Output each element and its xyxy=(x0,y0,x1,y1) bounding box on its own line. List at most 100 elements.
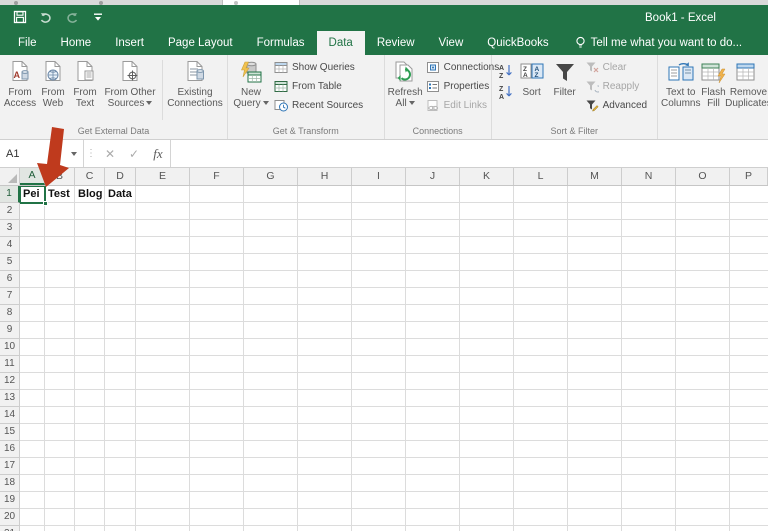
cell-D1[interactable]: Data xyxy=(105,186,135,202)
recent-sources-icon xyxy=(274,100,288,112)
row-header[interactable]: 18 xyxy=(0,475,20,492)
row-header[interactable]: 20 xyxy=(0,509,20,526)
redo-icon[interactable] xyxy=(64,9,80,25)
from-other-sources-label: From Other Sources xyxy=(104,87,156,109)
refresh-all-button[interactable]: Refresh All xyxy=(388,56,423,109)
name-box[interactable]: A1 xyxy=(0,140,84,167)
column-header[interactable]: E xyxy=(136,168,190,185)
from-text-button[interactable]: From Text xyxy=(69,56,101,109)
row-header[interactable]: 11 xyxy=(0,356,20,373)
ribbon-tab-bar: File Home Insert Page Layout Formulas Da… xyxy=(0,31,768,55)
column-header[interactable]: B xyxy=(45,168,75,185)
text-to-columns-button[interactable]: Text to Columns xyxy=(661,56,700,109)
row-header[interactable]: 21 xyxy=(0,526,20,531)
column-header[interactable]: P xyxy=(730,168,768,185)
column-header[interactable]: A xyxy=(20,168,45,185)
column-header[interactable]: J xyxy=(406,168,460,185)
from-access-button[interactable]: A From Access xyxy=(3,56,37,109)
column-header[interactable]: N xyxy=(622,168,676,185)
insert-function-icon[interactable]: fx xyxy=(146,140,170,167)
from-web-button[interactable]: From Web xyxy=(37,56,69,109)
tab-page-layout[interactable]: Page Layout xyxy=(156,31,245,55)
tab-review[interactable]: Review xyxy=(365,31,427,55)
row-header[interactable]: 6 xyxy=(0,271,20,288)
row-header[interactable]: 9 xyxy=(0,322,20,339)
tab-quickbooks[interactable]: QuickBooks xyxy=(475,31,560,55)
customize-quick-access-icon[interactable] xyxy=(90,9,106,25)
row-header[interactable]: 17 xyxy=(0,458,20,475)
row-header[interactable]: 5 xyxy=(0,254,20,271)
column-header[interactable]: F xyxy=(190,168,244,185)
new-query-icon xyxy=(238,59,264,87)
reapply-filter-button[interactable]: Reapply xyxy=(582,77,650,96)
column-header[interactable]: L xyxy=(514,168,568,185)
tab-data[interactable]: Data xyxy=(316,31,365,55)
connections-button[interactable]: Connections xyxy=(423,58,503,77)
row-header[interactable]: 15 xyxy=(0,424,20,441)
flash-fill-button[interactable]: Flash Fill xyxy=(700,56,726,109)
clear-filter-icon xyxy=(586,62,599,73)
row-header[interactable]: 14 xyxy=(0,407,20,424)
recent-sources-label: Recent Sources xyxy=(292,100,364,111)
undo-icon[interactable] xyxy=(38,9,54,25)
from-table-label: From Table xyxy=(292,81,342,92)
column-header[interactable]: K xyxy=(460,168,514,185)
name-box-caret[interactable] xyxy=(71,151,77,156)
row-header[interactable]: 4 xyxy=(0,237,20,254)
window-title: Book1 - Excel xyxy=(645,12,716,24)
row-header[interactable]: 7 xyxy=(0,288,20,305)
row-header[interactable]: 16 xyxy=(0,441,20,458)
recent-sources-button[interactable]: Recent Sources xyxy=(271,96,366,115)
row-header[interactable]: 19 xyxy=(0,492,20,509)
confirm-entry-icon[interactable]: ✓ xyxy=(122,140,146,167)
tell-me-box[interactable]: Tell me what you want to do... xyxy=(575,31,742,55)
row-header[interactable]: 13 xyxy=(0,390,20,407)
cell-A1[interactable]: Pei xyxy=(20,186,44,202)
row-header[interactable]: 3 xyxy=(0,220,20,237)
row-header[interactable]: 2 xyxy=(0,203,20,220)
remove-duplicates-button[interactable]: Remove Duplicates xyxy=(725,56,768,109)
new-query-button[interactable]: New Query xyxy=(231,56,271,109)
tab-formulas[interactable]: Formulas xyxy=(245,31,317,55)
row-header[interactable]: 8 xyxy=(0,305,20,322)
cell-C1[interactable]: Blog xyxy=(75,186,104,202)
tab-insert[interactable]: Insert xyxy=(103,31,156,55)
group-label-get-external-data: Get External Data xyxy=(77,126,150,136)
clear-filter-button[interactable]: Clear xyxy=(582,58,650,77)
refresh-all-label: Refresh All xyxy=(387,87,423,109)
row-header[interactable]: 1 xyxy=(0,186,20,203)
tab-home[interactable]: Home xyxy=(49,31,104,55)
text-to-columns-label: Text to Columns xyxy=(661,87,701,109)
cancel-entry-icon[interactable]: ✕ xyxy=(98,140,122,167)
edit-links-button[interactable]: Edit Links xyxy=(423,96,503,115)
cell-B1[interactable]: Test xyxy=(45,186,74,202)
remove-duplicates-label: Remove Duplicates xyxy=(725,87,768,109)
column-header[interactable]: I xyxy=(352,168,406,185)
advanced-filter-button[interactable]: Advanced xyxy=(582,96,650,115)
show-queries-button[interactable]: Show Queries xyxy=(271,58,366,77)
column-header[interactable]: O xyxy=(676,168,730,185)
filter-button[interactable]: Filter xyxy=(548,56,582,98)
existing-connections-button[interactable]: Existing Connections xyxy=(166,56,224,109)
column-header[interactable]: H xyxy=(298,168,352,185)
select-all-corner[interactable] xyxy=(0,168,20,186)
save-icon[interactable] xyxy=(12,9,28,25)
from-text-icon xyxy=(73,59,97,87)
column-header[interactable]: C xyxy=(75,168,105,185)
tab-file[interactable]: File xyxy=(6,31,49,55)
column-header[interactable]: M xyxy=(568,168,622,185)
row-header[interactable]: 12 xyxy=(0,373,20,390)
grid[interactable]: Pei Test Blog Data xyxy=(20,186,768,531)
row-header[interactable]: 10 xyxy=(0,339,20,356)
from-other-sources-button[interactable]: From Other Sources xyxy=(101,56,159,109)
sort-ascending-button[interactable]: AZ xyxy=(495,60,516,81)
sort-button[interactable]: ZAAZ Sort xyxy=(516,56,548,98)
sort-descending-button[interactable]: ZA xyxy=(495,81,516,102)
tab-view[interactable]: View xyxy=(427,31,476,55)
properties-button[interactable]: Properties xyxy=(423,77,503,96)
from-table-button[interactable]: From Table xyxy=(271,77,366,96)
formula-input[interactable] xyxy=(170,140,768,167)
group-connections: Refresh All Connections Properties Edit … xyxy=(385,55,499,139)
column-header[interactable]: G xyxy=(244,168,298,185)
column-header[interactable]: D xyxy=(105,168,136,185)
